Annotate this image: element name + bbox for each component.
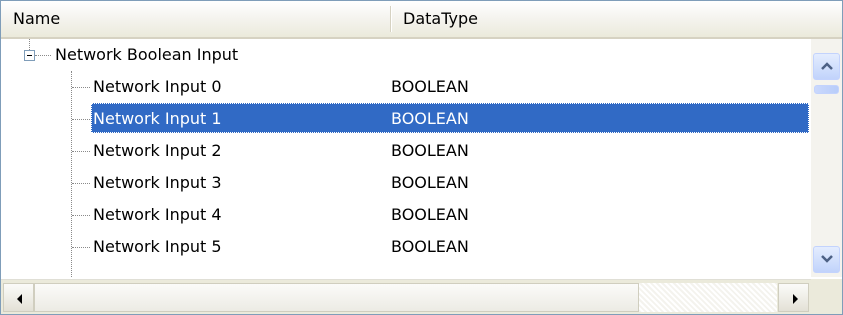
minus-icon[interactable] bbox=[24, 50, 35, 61]
tree-parent-label: Network Boolean Input bbox=[55, 45, 239, 64]
scrollbar-corner bbox=[811, 279, 842, 314]
tree-line bbox=[72, 183, 90, 184]
row-name: Network Input 0 bbox=[93, 77, 222, 96]
tree-line bbox=[72, 151, 90, 152]
arrow-right-icon[interactable] bbox=[778, 283, 809, 312]
tree-row[interactable]: Network Input 4 BOOLEAN bbox=[1, 199, 811, 231]
column-header-bar: Name DataType bbox=[1, 1, 842, 39]
vertical-scroll-thumb[interactable] bbox=[814, 85, 839, 94]
tree-parent-row[interactable]: Network Boolean Input bbox=[1, 39, 811, 71]
tree-row[interactable]: Network Input 5 BOOLEAN bbox=[1, 231, 811, 263]
tree-row[interactable]: Network Input 0 BOOLEAN bbox=[1, 71, 811, 103]
tree-row[interactable]: Network Input 2 BOOLEAN bbox=[1, 135, 811, 167]
row-name: Network Input 1 bbox=[93, 109, 222, 128]
vertical-scrollbar[interactable] bbox=[811, 39, 842, 277]
row-datatype: BOOLEAN bbox=[391, 109, 469, 128]
scroll-track[interactable] bbox=[639, 283, 777, 312]
tree-line bbox=[72, 215, 90, 216]
row-name: Network Input 2 bbox=[93, 141, 222, 160]
row-datatype: BOOLEAN bbox=[391, 237, 469, 256]
horizontal-scroll-thumb[interactable] bbox=[34, 283, 639, 312]
tree-list-view: Name DataType Network Boolean Input Netw… bbox=[0, 0, 843, 315]
tree-row[interactable]: Network Input 3 BOOLEAN bbox=[1, 167, 811, 199]
tree-line bbox=[72, 247, 90, 248]
row-name: Network Input 4 bbox=[93, 205, 222, 224]
chevron-up-icon[interactable] bbox=[813, 53, 840, 80]
row-datatype: BOOLEAN bbox=[391, 141, 469, 160]
row-name: Network Input 5 bbox=[93, 237, 222, 256]
tree-rows: Network Boolean Input Network Input 0 BO… bbox=[1, 39, 811, 277]
row-name: Network Input 3 bbox=[93, 173, 222, 192]
chevron-down-icon[interactable] bbox=[813, 246, 840, 273]
horizontal-scrollbar[interactable] bbox=[1, 279, 811, 314]
tree-line bbox=[72, 87, 90, 88]
row-datatype: BOOLEAN bbox=[391, 205, 469, 224]
tree-row-selected[interactable]: Network Input 1 BOOLEAN bbox=[1, 103, 811, 135]
arrow-left-icon[interactable] bbox=[3, 283, 34, 312]
column-header-datatype[interactable]: DataType bbox=[391, 1, 842, 37]
row-datatype: BOOLEAN bbox=[391, 77, 469, 96]
row-datatype: BOOLEAN bbox=[391, 173, 469, 192]
tree-line bbox=[72, 119, 90, 120]
column-header-name[interactable]: Name bbox=[1, 1, 391, 37]
